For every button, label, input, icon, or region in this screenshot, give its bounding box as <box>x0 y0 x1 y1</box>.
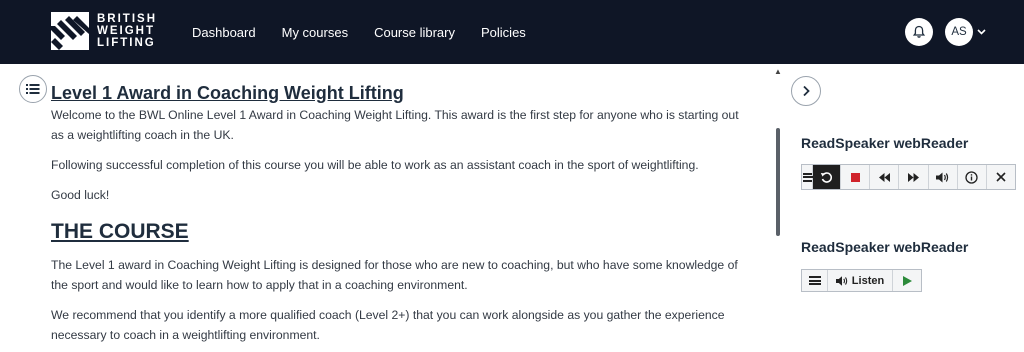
nav-dashboard[interactable]: Dashboard <box>192 25 256 40</box>
list-icon <box>26 84 40 94</box>
intro-paragraph-3: Good luck! <box>51 188 110 202</box>
scrollbar-thumb[interactable] <box>776 128 780 236</box>
section-paragraph-1: The Level 1 award in Coaching Weight Lif… <box>51 258 738 292</box>
scroll-up-icon[interactable]: ▲ <box>774 67 782 76</box>
section-paragraph-2: We recommend that you identify a more qu… <box>51 308 725 342</box>
menu-icon <box>808 276 821 285</box>
close-button[interactable] <box>985 165 1015 189</box>
user-avatar[interactable]: AS <box>945 18 973 46</box>
readspeaker-title-2: ReadSpeaker webReader <box>801 239 969 255</box>
info-button[interactable] <box>956 165 986 189</box>
info-icon <box>965 170 978 184</box>
user-area: AS <box>905 18 986 46</box>
readspeaker-player <box>801 164 1016 190</box>
section-heading: THE COURSE <box>51 220 189 243</box>
menu-icon <box>802 172 815 182</box>
skip-forward-icon <box>907 172 919 182</box>
play-button[interactable] <box>893 270 921 291</box>
skip-back-icon <box>878 172 890 182</box>
listen-menu-button[interactable] <box>802 270 828 291</box>
volume-button[interactable] <box>927 165 957 189</box>
readspeaker-title-1: ReadSpeaker webReader <box>801 135 969 151</box>
top-navbar: BRITISH WEIGHT LIFTING Dashboard My cour… <box>0 0 1024 64</box>
chevron-down-icon[interactable] <box>977 26 986 38</box>
page-title: Level 1 Award in Coaching Weight Lifting <box>51 83 404 103</box>
course-content: Level 1 Award in Coaching Weight Lifting… <box>51 81 751 345</box>
brand-line-1: BRITISH <box>97 13 157 25</box>
stop-icon <box>850 172 860 182</box>
listen-label: Listen <box>851 274 885 287</box>
brand-wordmark: BRITISH WEIGHT LIFTING <box>97 13 157 49</box>
play-icon <box>902 275 912 286</box>
nav-policies[interactable]: Policies <box>481 25 526 40</box>
skip-back-button[interactable] <box>869 165 898 189</box>
readspeaker-listen-widget: Listen <box>801 269 922 292</box>
player-menu-button[interactable] <box>802 165 815 189</box>
primary-nav: Dashboard My courses Course library Poli… <box>192 0 552 64</box>
chevron-right-icon <box>803 85 810 97</box>
nav-my-courses[interactable]: My courses <box>282 25 348 40</box>
brand-line-2: WEIGHT <box>97 25 155 37</box>
rewind-icon <box>820 171 833 183</box>
close-icon <box>996 172 1006 182</box>
rewind-button[interactable] <box>812 165 840 189</box>
stop-button[interactable] <box>840 165 869 189</box>
bell-icon <box>912 25 926 38</box>
course-index-toggle-button[interactable] <box>19 75 47 103</box>
brand-logo[interactable]: BRITISH WEIGHT LIFTING <box>51 12 157 50</box>
intro-paragraph-2: Following successful completion of this … <box>51 158 699 172</box>
logo-stripes-icon <box>51 12 89 50</box>
volume-icon <box>835 275 847 286</box>
brand-logo-mark <box>51 12 89 50</box>
nav-course-library[interactable]: Course library <box>374 25 455 40</box>
notifications-button[interactable] <box>905 18 933 46</box>
brand-line-3: LIFTING <box>97 37 156 49</box>
intro-paragraph-1: Welcome to the BWL Online Level 1 Award … <box>51 108 739 142</box>
volume-icon <box>935 172 948 182</box>
block-drawer-toggle-button[interactable] <box>791 76 821 106</box>
listen-button[interactable]: Listen <box>828 270 893 291</box>
skip-forward-button[interactable] <box>898 165 927 189</box>
